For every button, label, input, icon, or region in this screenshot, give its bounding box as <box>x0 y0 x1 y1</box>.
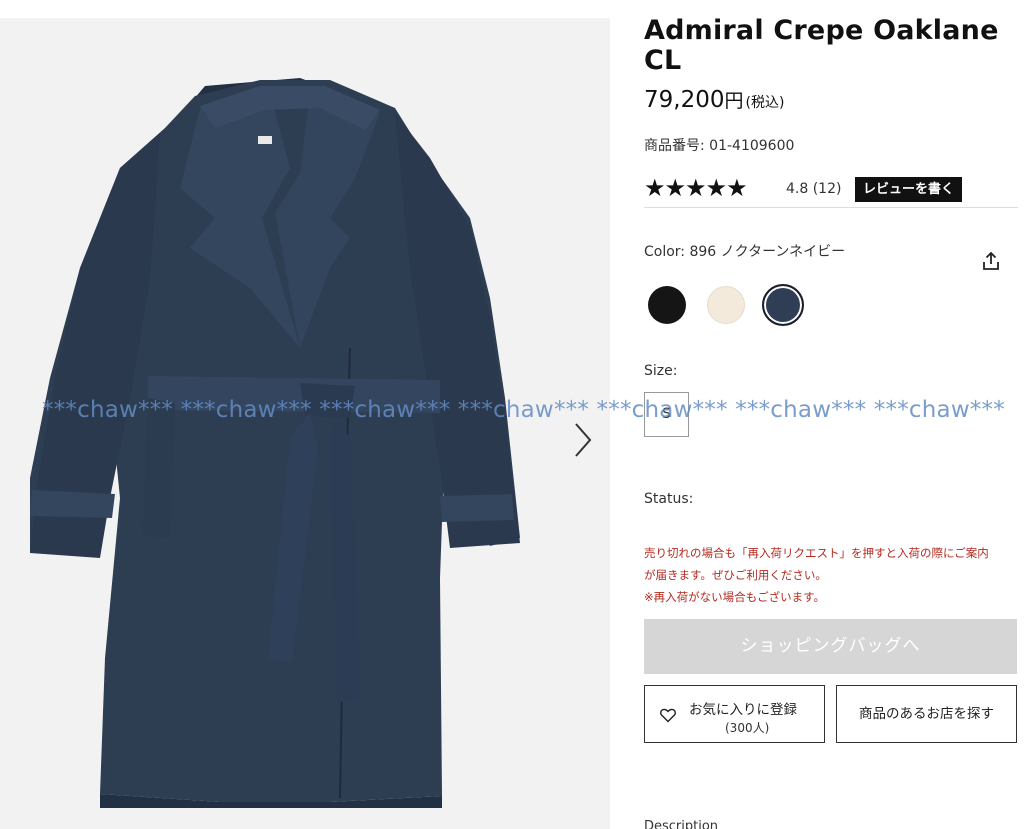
product-title: Admiral Crepe Oaklane CL <box>644 15 999 76</box>
find-store-button[interactable]: 商品のあるお店を探す <box>836 685 1017 743</box>
color-swatch-black[interactable] <box>648 286 686 324</box>
restock-notice: 売り切れの場合も「再入荷リクエスト」を押すと入荷の際にご案内 が届きます。ぜひご… <box>644 542 1018 608</box>
notice-line: 売り切れの場合も「再入荷リクエスト」を押すと入荷の際にご案内 <box>644 546 989 560</box>
add-to-bag-button[interactable]: ショッピングバッグへ <box>644 619 1017 674</box>
notice-line: ※再入荷がない場合もございます。 <box>644 590 825 604</box>
product-price: 79,200円 (税込) <box>644 86 784 113</box>
rating-row: ★★★★★ 4.8 (12) レビューを書く <box>644 176 1018 208</box>
product-sku: 商品番号: 01-4109600 <box>644 138 795 154</box>
size-label: Size: <box>644 363 678 379</box>
rating-score[interactable]: 4.8 (12) <box>786 181 841 197</box>
color-label: Color: 896 ノクターンネイビー <box>644 244 846 260</box>
price-tax-note: (税込) <box>745 95 785 111</box>
heart-icon <box>660 708 676 723</box>
product-image-gallery <box>0 18 610 829</box>
price-currency: 円 <box>724 90 744 112</box>
notice-line: が届きます。ぜひご利用ください。 <box>644 568 827 582</box>
share-icon[interactable] <box>980 250 1002 272</box>
size-option-s[interactable]: S <box>644 392 689 437</box>
color-swatch-cream[interactable] <box>707 286 745 324</box>
description-tab[interactable]: Description <box>644 819 718 829</box>
favorite-label: お気に入りに登録 <box>689 702 797 718</box>
price-value: 79,200 <box>644 87 725 113</box>
add-to-favorites-button[interactable]: お気に入りに登録 (300人) <box>644 685 825 743</box>
chevron-right-icon[interactable] <box>568 420 596 460</box>
product-info-panel: Admiral Crepe Oaklane CL 79,200円 (税込) 商品番… <box>644 0 1018 829</box>
status-label: Status: <box>644 491 694 507</box>
write-review-button[interactable]: レビューを書く <box>855 177 963 202</box>
favorite-count: (300人) <box>725 721 770 735</box>
product-image <box>30 78 520 808</box>
star-icon: ★★★★★ <box>644 175 748 202</box>
color-swatch-navy[interactable] <box>762 284 804 326</box>
